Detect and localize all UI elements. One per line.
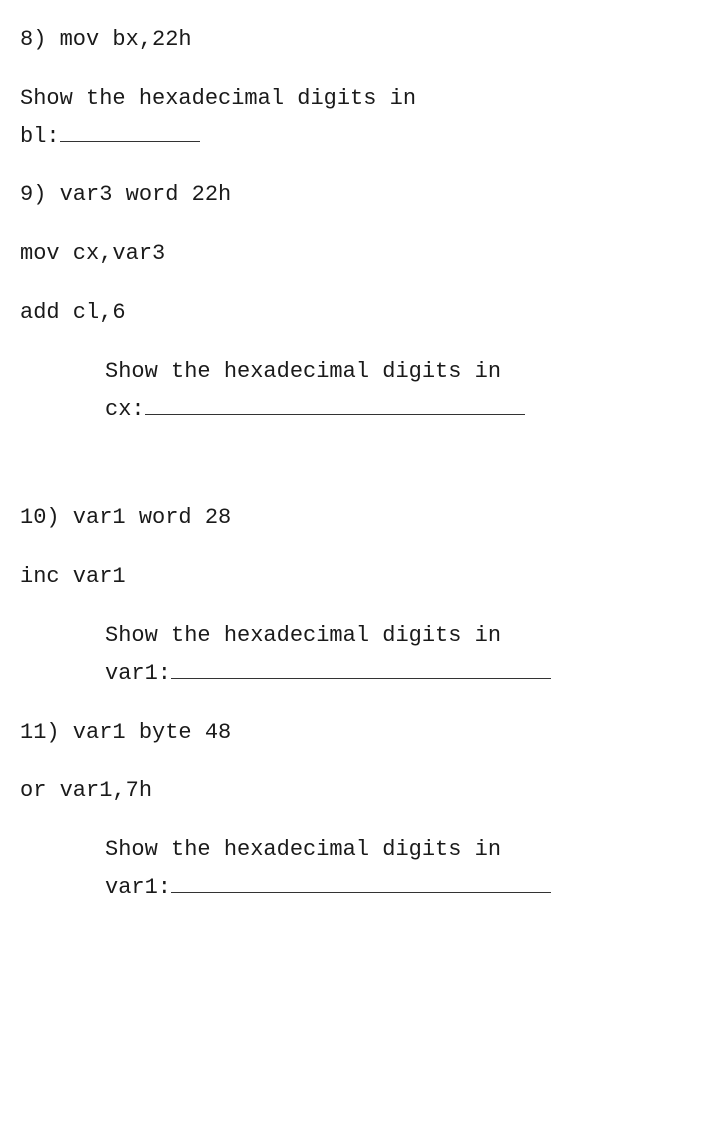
prompt-text: Show the hexadecimal digits in [105, 621, 706, 652]
answer-blank[interactable] [145, 392, 525, 415]
code-line: add cl,6 [20, 298, 706, 329]
prompt-label: bl: [20, 124, 60, 149]
answer-blank[interactable] [60, 119, 200, 142]
code-line: 10) var1 word 28 [20, 503, 706, 534]
prompt-label: var1: [105, 875, 171, 900]
code-line: inc var1 [20, 562, 706, 593]
code-line: 8) mov bx,22h [20, 25, 706, 56]
prompt-label: var1: [105, 661, 171, 686]
answer-blank[interactable] [171, 870, 551, 893]
code-line: 9) var3 word 22h [20, 180, 706, 211]
prompt-blank-line: var1: [105, 870, 706, 904]
question-10-code: inc var1 [20, 562, 706, 593]
prompt-label: cx: [105, 397, 145, 422]
prompt-blank-line: var1: [105, 656, 706, 690]
question-9-code: add cl,6 [20, 298, 706, 329]
question-11-prompt: Show the hexadecimal digits in var1: [20, 835, 706, 904]
question-8-prompt: Show the hexadecimal digits in bl: [20, 84, 706, 153]
prompt-blank-line: cx: [105, 392, 706, 426]
prompt-blank-line: bl: [20, 119, 706, 153]
prompt-text: Show the hexadecimal digits in [105, 835, 706, 866]
code-line: or var1,7h [20, 776, 706, 807]
answer-blank[interactable] [171, 656, 551, 679]
question-10-prompt: Show the hexadecimal digits in var1: [20, 621, 706, 690]
question-10: 10) var1 word 28 [20, 503, 706, 534]
question-9-code: mov cx,var3 [20, 239, 706, 270]
question-11-code: or var1,7h [20, 776, 706, 807]
question-9: 9) var3 word 22h [20, 180, 706, 211]
prompt-text: Show the hexadecimal digits in [20, 84, 706, 115]
prompt-text: Show the hexadecimal digits in [105, 357, 706, 388]
code-line: 11) var1 byte 48 [20, 718, 706, 749]
question-9-prompt: Show the hexadecimal digits in cx: [20, 357, 706, 426]
code-line: mov cx,var3 [20, 239, 706, 270]
question-11: 11) var1 byte 48 [20, 718, 706, 749]
question-8: 8) mov bx,22h [20, 25, 706, 56]
